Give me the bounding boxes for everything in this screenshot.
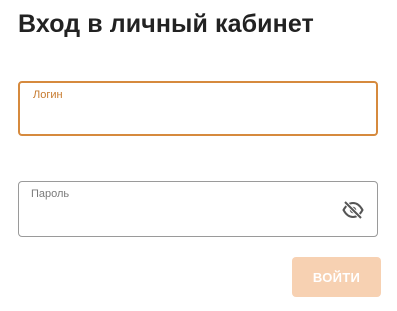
page-title: Вход в личный кабинет xyxy=(18,10,314,38)
login-field-label: Логин xyxy=(33,89,63,101)
password-field-label: Пароль xyxy=(31,188,70,200)
login-field[interactable]: Логин xyxy=(18,81,378,136)
eye-off-icon[interactable] xyxy=(341,199,365,221)
eye-off-icon-graphic xyxy=(342,201,364,219)
password-field[interactable]: Пароль xyxy=(18,181,378,237)
password-input[interactable] xyxy=(31,210,333,230)
login-submit-button[interactable]: войти xyxy=(292,257,381,297)
login-input[interactable] xyxy=(32,108,364,128)
